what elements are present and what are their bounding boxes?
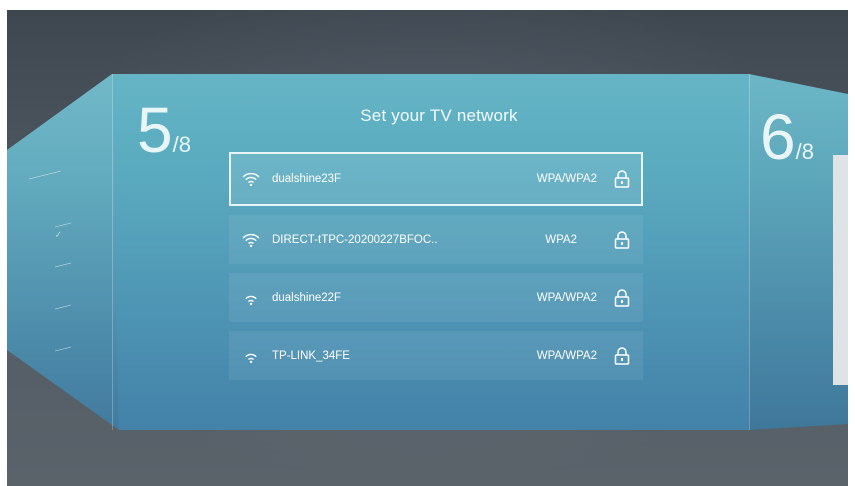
lock-icon bbox=[614, 346, 630, 365]
page-title: Set your TV network bbox=[360, 106, 518, 125]
wifi-icon bbox=[242, 233, 260, 247]
network-ssid: TP-LINK_34FE bbox=[272, 349, 350, 362]
step-total: /8 bbox=[172, 132, 191, 157]
step-counter-current: 5/8 bbox=[137, 98, 191, 162]
wifi-icon bbox=[245, 353, 257, 363]
step-total: /8 bbox=[795, 139, 814, 164]
network-ssid: dualshine22F bbox=[272, 291, 342, 304]
network-row-tp-link-34fe[interactable]: TP-LINK_34FE WPA/WPA2 bbox=[229, 331, 643, 380]
network-row-direct-ttpc[interactable]: DIRECT-tTPC-20200227BFOC.. WPA2 bbox=[229, 215, 643, 264]
network-security: WPA/WPA2 bbox=[536, 349, 597, 362]
wifi-icon bbox=[245, 295, 257, 305]
network-row-dualshine22f[interactable]: dualshine22F WPA/WPA2 bbox=[229, 273, 643, 322]
wifi-icon bbox=[242, 172, 260, 187]
panel-edge-left bbox=[112, 74, 113, 430]
network-security: WPA2 bbox=[545, 233, 577, 246]
panel-edge-right bbox=[749, 74, 750, 430]
lock-icon bbox=[614, 288, 630, 307]
network-security: WPA/WPA2 bbox=[536, 291, 597, 304]
network-row-dualshine23f[interactable]: dualshine23F WPA/WPA2 bbox=[229, 152, 643, 206]
next-step-preview bbox=[833, 155, 848, 385]
tv-screen: ———— —— ✓ —— —— —— 5/8 6/8 Set your TV n… bbox=[7, 10, 848, 486]
step-number: 6 bbox=[760, 101, 796, 173]
network-ssid: dualshine23F bbox=[272, 173, 342, 185]
network-ssid: DIRECT-tTPC-20200227BFOC.. bbox=[272, 233, 438, 246]
step-number: 5 bbox=[137, 94, 173, 166]
network-security: WPA/WPA2 bbox=[536, 173, 597, 185]
step-counter-next: 6/8 bbox=[760, 105, 814, 169]
lock-icon bbox=[614, 230, 630, 249]
network-list: dualshine23F WPA/WPA2 DIRECT-tTPC-202002… bbox=[229, 152, 643, 389]
lock-icon bbox=[614, 170, 630, 188]
